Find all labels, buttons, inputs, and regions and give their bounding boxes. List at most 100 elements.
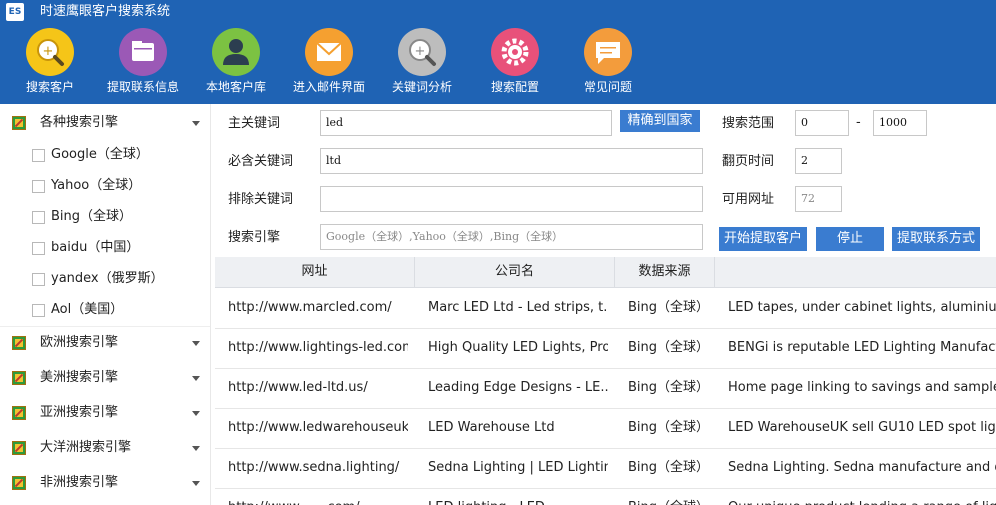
gear-icon xyxy=(491,28,539,76)
table-row[interactable]: http://www.led-ltd.us/ Leading Edge Desi… xyxy=(215,368,996,409)
engine-group-icon xyxy=(12,441,26,455)
engine-label: Bing（全球） xyxy=(51,209,133,224)
engine-label: Yahoo（全球） xyxy=(51,178,142,193)
cell-company: LED lighting - LED... xyxy=(428,488,608,505)
main-keyword-input[interactable]: led xyxy=(320,110,612,136)
results-table: 网址 公司名 数据来源 http://www.marcled.com/ Marc… xyxy=(215,257,996,505)
range-from-input[interactable]: 0 xyxy=(795,110,849,136)
user-icon xyxy=(212,28,260,76)
available-urls-label: 可用网址 xyxy=(722,192,775,207)
toolbar-label: 关键词分析 xyxy=(391,80,452,94)
exclude-keyword-input[interactable] xyxy=(320,186,703,212)
cell-description: LED WarehouseUK sell GU10 LED spot light… xyxy=(728,420,996,435)
toolbar-faq-button[interactable]: 常见问题 xyxy=(558,28,658,102)
toolbar-label: 搜索配置 xyxy=(490,80,539,94)
extract-contact-button[interactable]: 提取联系方式 xyxy=(892,227,980,251)
range-to-input[interactable]: 1000 xyxy=(873,110,927,136)
toolbar-label: 常见问题 xyxy=(583,80,632,94)
chevron-down-icon xyxy=(192,341,200,346)
toolbar-extract-contacts-button[interactable]: 提取联系信息 xyxy=(93,28,193,102)
stop-button[interactable]: 停止 xyxy=(816,227,884,251)
main-keyword-label: 主关键词 xyxy=(228,116,281,131)
chat-icon xyxy=(584,28,632,76)
must-keyword-input[interactable]: ltd xyxy=(320,148,703,174)
cell-url: http://www.led-ltd.us/ xyxy=(228,380,368,395)
envelope-icon xyxy=(305,28,353,76)
precise-country-button[interactable]: 精确到国家 xyxy=(620,110,700,132)
toolbar-label: 本地客户库 xyxy=(205,80,266,94)
toolbar-local-library-button[interactable]: 本地客户库 xyxy=(186,28,286,102)
engine-group-icon xyxy=(12,476,26,490)
sidebar-group-europe[interactable]: 欧洲搜索引擎 xyxy=(0,326,210,360)
svg-text:+: + xyxy=(415,44,426,59)
engine-checkbox[interactable] xyxy=(32,211,45,224)
column-header-description[interactable] xyxy=(715,257,996,287)
folder-icon xyxy=(119,28,167,76)
search-range-label: 搜索范围 xyxy=(722,116,775,131)
engine-item-baidu[interactable]: baidu（中国） xyxy=(0,233,210,264)
engine-item-yandex[interactable]: yandex（俄罗斯） xyxy=(0,264,210,295)
start-extract-button[interactable]: 开始提取客户 xyxy=(719,227,807,251)
page-time-input[interactable]: 2 xyxy=(795,148,842,174)
sidebar-group-label: 非洲搜索引擎 xyxy=(40,475,119,490)
cell-company: Marc LED Ltd - Led strips, t... xyxy=(428,300,608,315)
engine-label: yandex（俄罗斯） xyxy=(51,271,164,286)
column-header-source[interactable]: 数据来源 xyxy=(615,257,715,287)
cell-url: http://www.ledwarehouseuk... xyxy=(228,420,408,435)
engine-item-aol[interactable]: Aol（美国） xyxy=(0,295,210,326)
sidebar-group-label: 美洲搜索引擎 xyxy=(40,370,119,385)
sidebar-group-all-engines[interactable]: 各种搜索引擎 xyxy=(0,106,210,140)
cell-description: BENGi is reputable LED Lighting Manufact… xyxy=(728,340,996,355)
engine-checkbox[interactable] xyxy=(32,304,45,317)
engine-checkbox[interactable] xyxy=(32,180,45,193)
sidebar-group-label: 大洋洲搜索引擎 xyxy=(40,440,132,455)
cell-url: http://www.marcled.com/ xyxy=(228,300,392,315)
cell-description: Sedna Lighting. Sedna manufacture and di… xyxy=(728,460,996,475)
cell-source: Bing（全球） xyxy=(628,340,710,355)
chevron-down-icon xyxy=(192,481,200,486)
table-row[interactable]: http://www.marcled.com/ Marc LED Ltd - L… xyxy=(215,288,996,329)
toolbar-keyword-analysis-button[interactable]: + 关键词分析 xyxy=(372,28,472,102)
cell-source: Bing（全球） xyxy=(628,420,710,435)
engine-checkbox[interactable] xyxy=(32,273,45,286)
table-row[interactable]: http://www.ledwarehouseuk... LED Warehou… xyxy=(215,408,996,449)
magnifier-icon: + xyxy=(26,28,74,76)
engine-checkbox[interactable] xyxy=(32,149,45,162)
cell-source: Bing（全球） xyxy=(628,380,710,395)
engine-item-google[interactable]: Google（全球） xyxy=(0,140,210,171)
page-time-label: 翻页时间 xyxy=(722,154,775,169)
must-keyword-label: 必含关键词 xyxy=(228,154,294,169)
cell-source: Bing（全球） xyxy=(628,300,710,315)
cell-url: http://www.lightings-led.com/ xyxy=(228,340,408,355)
cell-source: Bing（全球） xyxy=(628,460,710,475)
sidebar-group-oceania[interactable]: 大洋洲搜索引擎 xyxy=(0,431,210,465)
column-header-company[interactable]: 公司名 xyxy=(415,257,615,287)
toolbar-search-customers-button[interactable]: + 搜索客户 xyxy=(0,28,100,102)
available-urls-field: 72 xyxy=(795,186,842,212)
toolbar-search-config-button[interactable]: 搜索配置 xyxy=(465,28,565,102)
toolbar-mail-button[interactable]: 进入邮件界面 xyxy=(279,28,379,102)
table-row[interactable]: http://www.......com/ LED lighting - LED… xyxy=(215,488,996,505)
cell-description: Our unique product lending a range of li… xyxy=(728,488,996,505)
engine-group-icon xyxy=(12,336,26,350)
toolbar-label: 搜索客户 xyxy=(25,80,74,94)
main-toolbar: + 搜索客户 提取联系信息 本地客户库 进入邮件界面 + 关键词分析 搜索配置 xyxy=(0,24,996,104)
sidebar-group-africa[interactable]: 非洲搜索引擎 xyxy=(0,466,210,500)
range-separator: - xyxy=(856,115,861,130)
engine-group-icon xyxy=(12,116,26,130)
app-title: 时速鹰眼客户搜索系统 xyxy=(40,4,171,19)
column-header-url[interactable]: 网址 xyxy=(215,257,415,287)
cell-company: High Quality LED Lights, Pro... xyxy=(428,340,608,355)
selected-engines-field[interactable]: Google（全球）,Yahoo（全球）,Bing（全球） xyxy=(320,224,703,250)
sidebar-group-americas[interactable]: 美洲搜索引擎 xyxy=(0,361,210,395)
sidebar-group-asia[interactable]: 亚洲搜索引擎 xyxy=(0,396,210,430)
engine-checkbox[interactable] xyxy=(32,242,45,255)
chevron-down-icon xyxy=(192,411,200,416)
engine-label: baidu（中国） xyxy=(51,240,140,255)
engine-item-yahoo[interactable]: Yahoo（全球） xyxy=(0,171,210,202)
engine-item-bing[interactable]: Bing（全球） xyxy=(0,202,210,233)
chevron-down-icon xyxy=(192,446,200,451)
engine-label: Aol（美国） xyxy=(51,302,124,317)
table-row[interactable]: http://www.sedna.lighting/ Sedna Lightin… xyxy=(215,448,996,489)
table-row[interactable]: http://www.lightings-led.com/ High Quali… xyxy=(215,328,996,369)
